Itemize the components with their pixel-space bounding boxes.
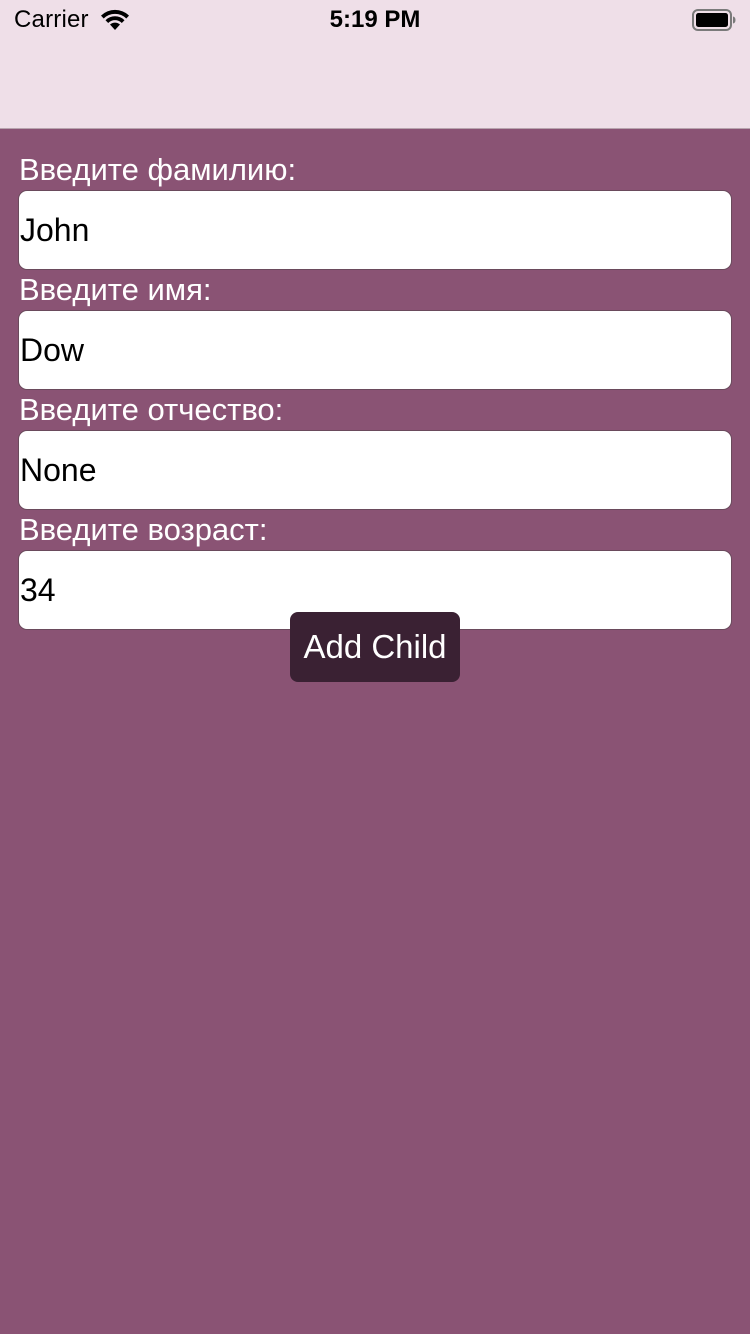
last-name-label: Введите фамилию: <box>19 152 297 187</box>
add-child-button[interactable]: Add Child <box>290 612 460 682</box>
navigation-bar <box>0 40 750 129</box>
last-name-input[interactable] <box>18 190 732 270</box>
first-name-input[interactable] <box>18 310 732 390</box>
first-name-label: Введите имя: <box>19 272 212 307</box>
age-label: Введите возраст: <box>19 512 268 547</box>
patronymic-label: Введите отчество: <box>19 392 284 427</box>
patronymic-input[interactable] <box>18 430 732 510</box>
status-time: 5:19 PM <box>329 6 421 33</box>
status-bar: Carrier 5:19 PM <box>0 0 750 40</box>
battery-full-icon <box>692 9 736 31</box>
